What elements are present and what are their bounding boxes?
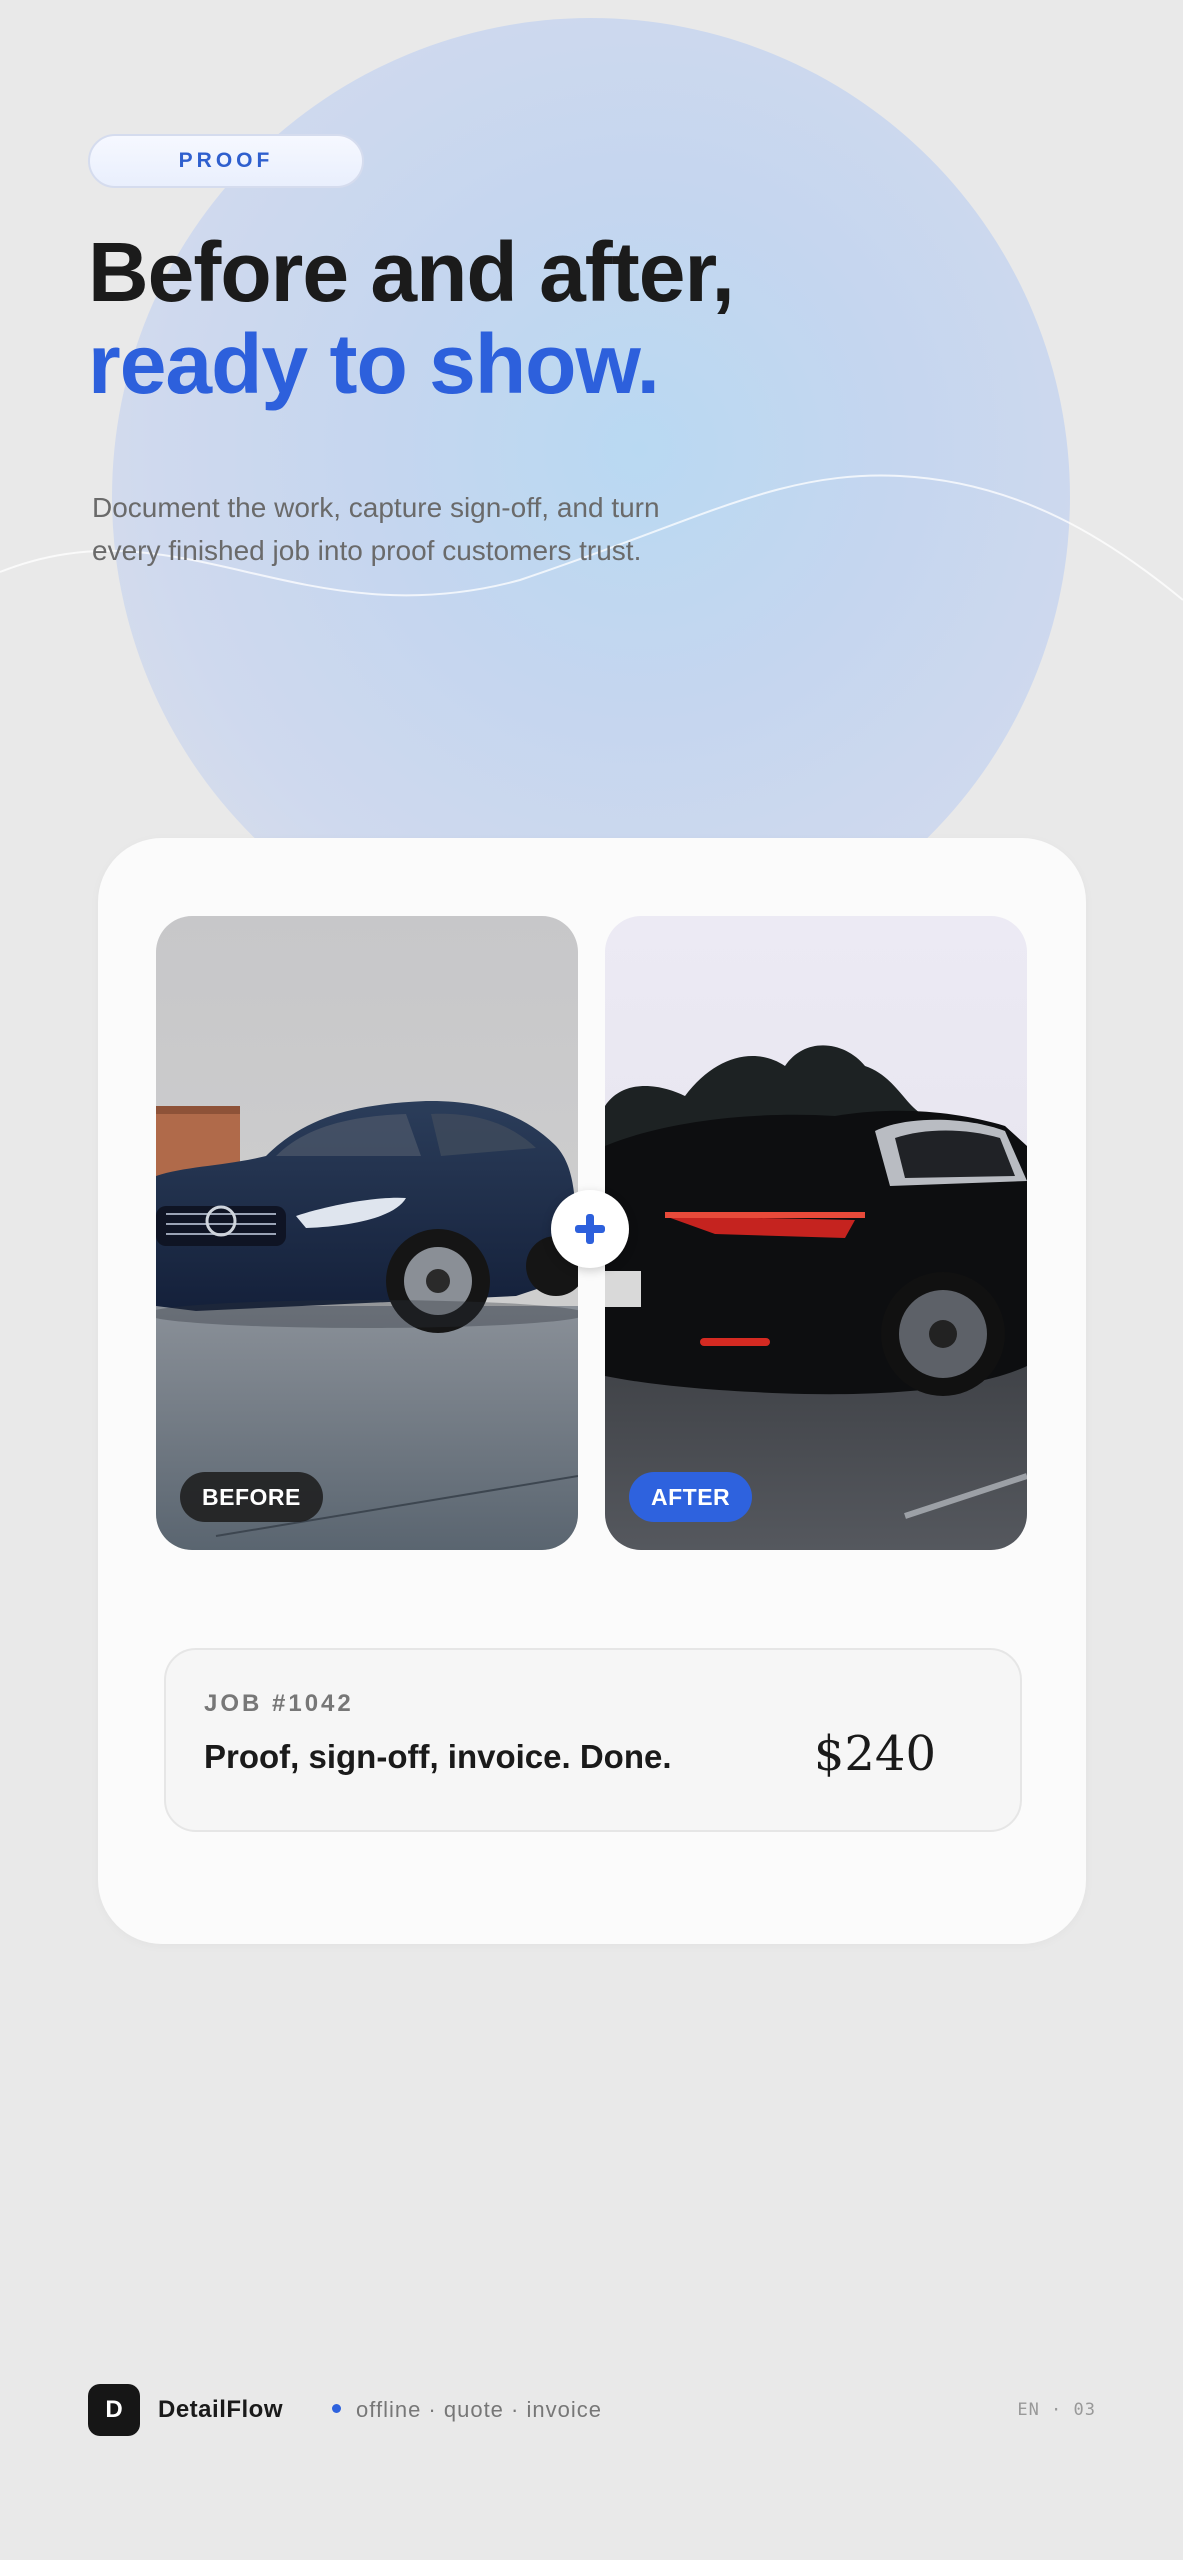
section-badge: PROOF [88, 134, 364, 188]
page-title: Before and after, ready to show. [88, 226, 988, 410]
subtitle-line-1: Document the work, capture sign-off, and… [92, 492, 660, 523]
before-car-image [156, 916, 578, 1550]
after-car-image [605, 916, 1027, 1550]
page-subtitle: Document the work, capture sign-off, and… [92, 486, 772, 572]
status-dot-icon [332, 2404, 341, 2413]
brand-name: DetailFlow [158, 2396, 284, 2423]
job-summary[interactable]: JOB #1042 Proof, sign-off, invoice. Done… [164, 1648, 1022, 1832]
proof-card: BEFORE AFTER JOB #1042 Proof, sign-off, … [98, 838, 1086, 1944]
brand-tagline: offline · quote · invoice [356, 2397, 602, 2422]
add-photo-button[interactable] [551, 1190, 629, 1268]
footer: D DetailFlow offline · quote · invoice E… [88, 2384, 1096, 2436]
app-logo: D [88, 2384, 140, 2436]
page: PROOF Before and after, ready to show. D… [0, 0, 1183, 2560]
plus-icon [575, 1214, 605, 1244]
headline-line-1: Before and after, [88, 225, 735, 319]
job-title: Proof, sign-off, invoice. Done. [204, 1738, 672, 1775]
locale-indicator: EN · 03 [1017, 2400, 1096, 2420]
job-id: JOB #1042 [204, 1690, 354, 1717]
after-tag: AFTER [629, 1472, 753, 1522]
after-photo: AFTER [605, 916, 1027, 1550]
job-price: $240 [813, 1726, 936, 1782]
headline-line-2: ready to show. [88, 317, 660, 411]
before-tag: BEFORE [180, 1472, 323, 1522]
before-photo: BEFORE [156, 916, 578, 1550]
subtitle-line-2: every finished job into proof customers … [92, 535, 642, 566]
